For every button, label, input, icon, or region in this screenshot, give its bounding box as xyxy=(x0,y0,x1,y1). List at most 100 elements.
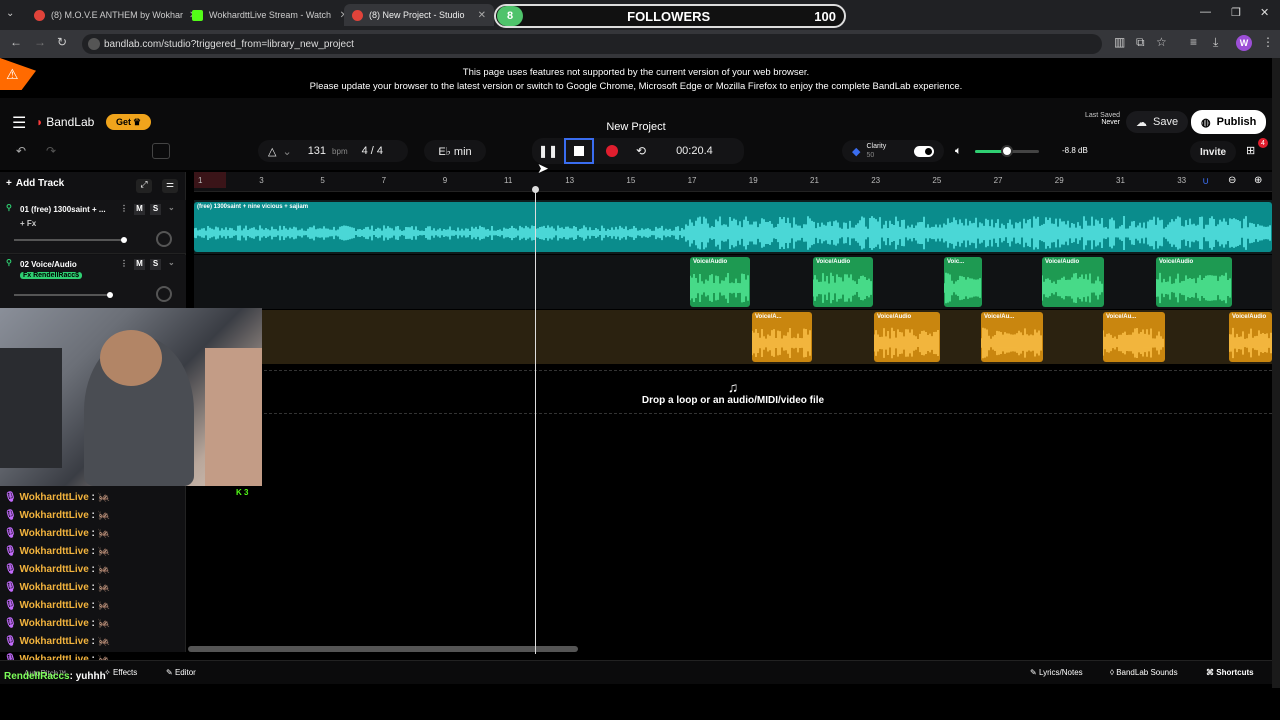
ruler-mark: 7 xyxy=(381,176,387,185)
track-volume-slider[interactable] xyxy=(14,292,113,298)
time-signature[interactable]: 4 / 4 xyxy=(362,145,383,157)
audio-clip[interactable]: Voice/Audio xyxy=(1156,257,1232,307)
bandlab-logo[interactable]: ◗ BandLab xyxy=(36,115,94,129)
track-name[interactable]: 01 (free) 1300saint + ... xyxy=(20,205,112,214)
track-menu-icon[interactable]: ⋮ xyxy=(120,259,128,268)
shortcuts-button[interactable]: ⌘ Shortcuts xyxy=(1206,668,1254,677)
track-volume-slider[interactable] xyxy=(14,237,127,243)
tab-search-icon[interactable]: ⌄ xyxy=(6,8,14,19)
browser-tab-1[interactable]: (8) M.O.V.E ANTHEM by Wokhar ✕ xyxy=(26,4,198,26)
undo-icon[interactable]: ↶ xyxy=(16,144,26,158)
gift-icon[interactable]: ⊞ xyxy=(1246,144,1255,157)
mute-button[interactable]: M xyxy=(134,259,145,270)
track-name[interactable]: 02 Voice/Audio xyxy=(20,260,77,269)
zoom-in-icon[interactable]: ⊕ xyxy=(1254,175,1262,186)
solo-button[interactable]: S xyxy=(150,204,161,215)
bpm-value[interactable]: 131 xyxy=(308,145,326,157)
chevron-down-icon[interactable]: ⌄ xyxy=(168,258,175,267)
chevron-down-icon[interactable]: ⌄ xyxy=(168,203,175,212)
automation-icon[interactable]: ⤢ xyxy=(136,179,152,193)
browser-menu-icon[interactable]: ⋮ xyxy=(1262,35,1274,49)
chevron-down-icon[interactable]: ⌄ xyxy=(282,145,291,158)
volume-icon[interactable]: 🔈︎ xyxy=(955,145,962,158)
audio-clip[interactable]: Voice/Audio xyxy=(690,257,750,307)
pan-knob[interactable] xyxy=(156,286,172,302)
get-membership-button[interactable]: Get ♛ xyxy=(106,114,151,130)
audio-clip[interactable]: Voice/Audio xyxy=(813,257,873,307)
loop-button[interactable]: ⟲ xyxy=(636,144,646,158)
save-button[interactable]: ☁ Save xyxy=(1126,111,1189,133)
playhead[interactable] xyxy=(532,186,539,654)
playhead-handle[interactable] xyxy=(532,186,539,193)
audio-clip[interactable]: Voice/Audio xyxy=(1229,312,1272,362)
back-icon[interactable]: ← xyxy=(10,35,22,49)
download-icon[interactable]: ⤓ xyxy=(1213,35,1218,50)
track-lane-1[interactable]: (free) 1300saint + nine vicious + sajiam xyxy=(194,200,1272,254)
audio-clip[interactable]: Voice/Au... xyxy=(1103,312,1165,362)
editor-button[interactable]: ✎ Editor xyxy=(166,668,196,677)
pan-knob[interactable] xyxy=(156,231,172,247)
tab-close-icon[interactable]: ✕ xyxy=(478,10,486,21)
bandlab-sounds-button[interactable]: ◊ BandLab Sounds xyxy=(1110,668,1178,677)
invite-button[interactable]: Invite xyxy=(1190,141,1237,163)
snap-magnet-icon[interactable]: ∪ xyxy=(1202,176,1209,187)
clarity-toggle[interactable] xyxy=(914,145,934,157)
stop-button[interactable] xyxy=(564,138,594,164)
add-track-button[interactable]: + Add Track xyxy=(6,178,64,189)
forward-icon[interactable]: → xyxy=(34,35,46,49)
site-info-icon[interactable] xyxy=(88,38,100,50)
record-button[interactable] xyxy=(606,145,618,157)
ruler-mark: 29 xyxy=(1054,176,1064,185)
track-menu-icon[interactable]: ⋮ xyxy=(120,204,128,213)
maximize-icon[interactable]: ❐ xyxy=(1231,6,1241,19)
clip-label: Voice/Au... xyxy=(984,314,1015,320)
url-bar[interactable]: bandlab.com/studio?triggered_from=librar… xyxy=(82,34,1102,54)
audio-clip[interactable]: (free) 1300saint + nine vicious + sajiam xyxy=(194,202,1272,252)
bookmark-star-icon[interactable]: ☆ xyxy=(1156,35,1167,49)
profile-avatar[interactable]: W xyxy=(1236,35,1252,51)
horizontal-scrollbar[interactable] xyxy=(188,646,578,652)
audio-clip[interactable]: Voice/Audio xyxy=(874,312,940,362)
track-lane-3[interactable]: Voice/A... Voice/Audio Voice/Au... Voice/Au… xyxy=(194,310,1272,364)
track-settings-icon[interactable]: ⚌ xyxy=(162,179,178,193)
lyrics-notes-button[interactable]: ✎ Lyrics/Notes xyxy=(1030,668,1083,677)
zoom-out-icon[interactable]: ⊖ xyxy=(1228,175,1236,186)
cast-icon[interactable]: ⧉ xyxy=(1136,35,1145,50)
ruler-mark: 13 xyxy=(565,176,575,185)
youtube-favicon-icon xyxy=(34,9,45,21)
audio-clip[interactable]: Voice/Au... xyxy=(981,312,1043,362)
reading-mode-icon[interactable]: ▥ xyxy=(1114,35,1125,49)
audio-clip[interactable]: Voice/Audio xyxy=(1042,257,1104,307)
volume-slider[interactable] xyxy=(975,145,1039,157)
hamburger-menu-icon[interactable]: ☰ xyxy=(12,113,26,133)
publish-button[interactable]: ◍ Publish xyxy=(1191,110,1267,134)
reload-icon[interactable]: ↻ xyxy=(57,35,67,49)
solo-button[interactable]: S xyxy=(150,259,161,270)
drop-zone[interactable]: ♫ Drop a loop or an audio/MIDI/video fil… xyxy=(194,370,1272,414)
key-selector[interactable]: E♭ min xyxy=(424,140,486,162)
track-header-1[interactable]: ⚲ 01 (free) 1300saint + ... + Fx ⋮ M S ⌄ xyxy=(0,200,186,254)
audio-clip[interactable]: Voic... xyxy=(944,257,982,307)
track-fx-badge[interactable]: Fx RendellRacc$ xyxy=(20,272,83,279)
timeline-ruler[interactable]: 1 3 5 7 9 11 13 15 17 19 21 23 25 27 29 31 33 ∪ ⊖ ⊕ xyxy=(194,172,1272,192)
minimize-icon[interactable]: — xyxy=(1200,6,1211,18)
redo-icon[interactable]: ↷ xyxy=(46,144,56,158)
mute-button[interactable]: M xyxy=(134,204,145,215)
clip-waveform xyxy=(1042,272,1103,304)
tab-list-icon[interactable]: ≡ xyxy=(1190,35,1197,49)
page-scrollbar[interactable] xyxy=(1272,58,1280,688)
track-header-2[interactable]: ⚲ 02 Voice/Audio Fx RendellRacc$ ⋮ M S ⌄ xyxy=(0,255,186,309)
bandlab-mark-icon: ◗ xyxy=(36,115,44,129)
close-window-icon[interactable]: ✕ xyxy=(1260,6,1269,19)
browser-tab-3[interactable]: (8) New Project - Studio ✕ xyxy=(344,4,494,26)
mixer-toggle-icon[interactable] xyxy=(152,143,170,159)
pause-button[interactable]: ❚❚ xyxy=(538,144,558,158)
audio-clip[interactable]: Voice/A... xyxy=(752,312,812,362)
track-lane-2[interactable]: Voice/Audio Voice/Audio Voic... Voice/Audio… xyxy=(194,255,1272,309)
editor-label: Editor xyxy=(174,668,196,677)
track-fx[interactable]: + Fx xyxy=(20,219,36,228)
volume-knob[interactable] xyxy=(1001,145,1013,157)
browser-tab-2[interactable]: WokhardttLive Stream - Watch ✕ xyxy=(184,4,356,26)
effects-button[interactable]: ✧ Effects xyxy=(104,668,137,677)
metronome-icon[interactable]: △ xyxy=(268,145,276,158)
